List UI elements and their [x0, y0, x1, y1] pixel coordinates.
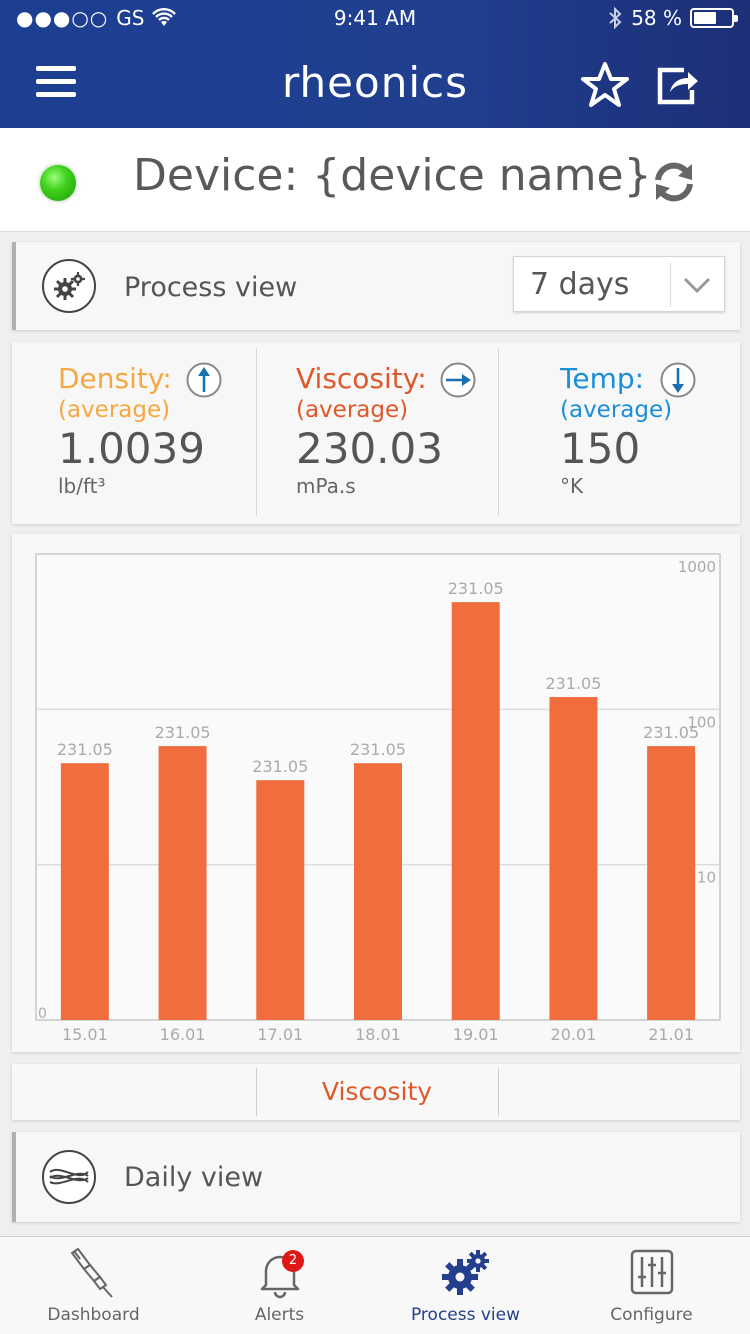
sensor-probe-icon [70, 1247, 113, 1298]
daily-view-card[interactable]: Daily view [12, 1132, 740, 1222]
chart-x-tick-label: 17.01 [257, 1025, 303, 1044]
viscosity-average-label: (average) [296, 397, 409, 423]
density-unit: lb/ft³ [58, 474, 106, 498]
chart-x-tick-label: 19.01 [453, 1025, 499, 1044]
nav-dashboard-label: Dashboard [47, 1305, 140, 1325]
tab-right[interactable] [498, 1064, 740, 1120]
nav-alerts[interactable]: Alerts [186, 1237, 373, 1334]
waves-icon [42, 1150, 96, 1204]
chart-data-label: 231.05 [545, 674, 601, 693]
chart-bar [60, 763, 109, 1020]
chart-bar [158, 746, 207, 1020]
viscosity-value: 230.03 [296, 424, 443, 473]
nav-configure[interactable]: Configure [558, 1237, 745, 1334]
chart-bar [451, 602, 500, 1020]
viscosity-bar-chart: 1010010000231.0515.01231.0516.01231.0517… [35, 553, 721, 1044]
temperature-metric: Temp: (average) 150 °K [514, 342, 750, 524]
density-average-label: (average) [58, 397, 171, 423]
time-range-select[interactable]: 7 days [513, 256, 725, 312]
temperature-average-label: (average) [560, 397, 673, 423]
nav-alerts-label: Alerts [254, 1305, 305, 1325]
nav-dashboard[interactable]: Dashboard [0, 1237, 187, 1334]
battery-icon [690, 8, 738, 28]
chart-x-tick-label: 18.01 [355, 1025, 401, 1044]
chart-data-label: 231.05 [350, 740, 406, 759]
battery-percent: 58 % [631, 6, 682, 30]
chart-x-tick-label: 21.01 [648, 1025, 694, 1044]
chart-x-tick-label: 15.01 [62, 1025, 108, 1044]
alerts-badge: 2 [282, 1250, 304, 1272]
nav-process-view-label: Process view [410, 1305, 521, 1325]
chart-bar [647, 746, 696, 1020]
measurement-tabs: Viscosity [12, 1064, 740, 1120]
density-label: Density: [58, 362, 172, 395]
density-value: 1.0039 [58, 424, 205, 473]
arrow-up-icon [186, 362, 222, 398]
temperature-unit: °K [560, 474, 584, 498]
temperature-label: Temp: [560, 362, 645, 395]
tab-viscosity[interactable]: Viscosity [256, 1064, 498, 1120]
viscosity-label: Viscosity: [296, 362, 427, 395]
chart-y-origin-label: 0 [38, 1006, 47, 1022]
chart-x-tick-label: 16.01 [160, 1025, 206, 1044]
status-bar: ●●●○○ GS 9:41 AM 58 % [0, 0, 750, 40]
chart-bar [549, 697, 598, 1020]
tab-left[interactable] [12, 1064, 254, 1120]
chart-bar [354, 763, 402, 1020]
device-status-indicator [40, 165, 76, 201]
chart-data-label: 231.05 [448, 579, 504, 598]
density-metric: Density: (average) 1.0039 lb/ft³ [12, 342, 254, 524]
gears-icon [442, 1250, 489, 1295]
refresh-icon[interactable] [650, 158, 698, 206]
chart-y-tick-label: 10 [697, 869, 716, 887]
viscosity-chart-card: 10 100 1000 0 231.05 15.01 231.05 16.01 231.05 17… [12, 534, 740, 1052]
chevron-down-icon [683, 277, 711, 294]
chart-bar [256, 780, 305, 1020]
process-view-label: Process view [124, 272, 298, 303]
app-header: ●●●○○ GS 9:41 AM 58 % rheonics [0, 0, 750, 128]
bluetooth-icon [609, 6, 622, 30]
metric-divider [498, 348, 499, 516]
metrics-card: Density: (average) 1.0039 lb/ft³ Viscosi… [12, 342, 740, 524]
status-right: 58 % [607, 6, 738, 30]
favorite-star-icon[interactable] [580, 60, 630, 110]
chart-x-tick-label: 20.01 [551, 1025, 597, 1044]
chart-data-label: 231.05 [155, 723, 211, 742]
gears-icon [42, 259, 96, 313]
arrow-down-icon [660, 362, 696, 398]
temperature-value: 150 [560, 424, 641, 473]
nav-process-view[interactable]: Process view [372, 1237, 559, 1334]
bottom-navigation: Dashboard Alerts Process view Configure [0, 1236, 750, 1334]
device-title: Device: {device name} [133, 150, 652, 201]
chart-y-tick-label: 1000 [678, 558, 716, 576]
app-title: rheonics [282, 58, 468, 107]
time-range-value: 7 days [530, 267, 630, 302]
viscosity-metric: Viscosity: (average) 230.03 mPa.s [250, 342, 492, 524]
chart-data-label: 231.05 [643, 723, 699, 742]
chart-data-label: 231.05 [57, 740, 113, 759]
select-divider [670, 263, 671, 307]
arrow-right-icon [440, 362, 476, 398]
nav-configure-label: Configure [610, 1305, 693, 1325]
viscosity-unit: mPa.s [296, 474, 356, 498]
share-icon[interactable] [654, 62, 700, 108]
process-view-card: Process view 7 days [12, 242, 740, 330]
device-row: Device: {device name} [0, 128, 750, 232]
sliders-icon [630, 1249, 674, 1295]
chart-data-label: 231.05 [252, 757, 308, 776]
daily-view-label: Daily view [124, 1162, 264, 1193]
